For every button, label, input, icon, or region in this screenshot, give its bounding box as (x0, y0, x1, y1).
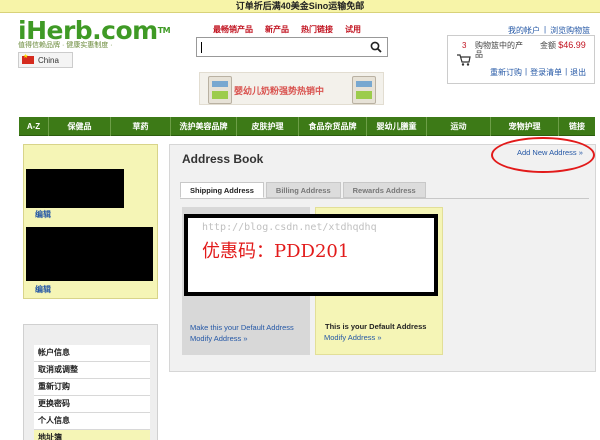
edit-address-link[interactable]: 编辑 (35, 284, 51, 295)
category-skin-care[interactable]: 皮肤护理 (237, 117, 299, 136)
category-herbs[interactable]: 草药 (111, 117, 171, 136)
cart-total: 金额 $46.99 (540, 40, 586, 51)
make-default-link[interactable]: Make this your Default Address (190, 323, 294, 332)
country-label: China (38, 55, 59, 65)
text-caret (201, 42, 202, 53)
link-separator: | (525, 67, 528, 76)
cart-count: 3 (462, 41, 467, 50)
menu-change-password[interactable]: 更换密码 (34, 396, 150, 413)
saved-addresses-panel: 编辑 编辑 (23, 144, 158, 299)
tab-billing-address[interactable]: Billing Address (265, 182, 341, 198)
cart-total-value: $46.99 (558, 40, 586, 50)
coupon-overlay: http://blog.csdn.net/xtdhqdhq 优惠码：PDD201 (184, 214, 438, 296)
nav-new-products[interactable]: 新产品 (265, 24, 289, 35)
category-pet-care[interactable]: 宠物护理 (491, 117, 559, 136)
menu-reorder[interactable]: 重新订购 (34, 379, 150, 396)
page-title: Address Book (182, 152, 264, 166)
shopping-cart-icon (457, 54, 471, 66)
link-separator: | (565, 67, 568, 76)
logo-tagline: 值得信赖品牌 · 健康实惠制度 · (18, 42, 113, 49)
tab-rewards-address[interactable]: Rewards Address (342, 182, 426, 198)
formula-can-image (208, 76, 232, 104)
main-nav: 最畅销产品 新产品 热门链接 试用 (213, 24, 361, 35)
tab-divider (180, 198, 589, 199)
modify-address-link[interactable]: Modify Address » (190, 334, 248, 343)
nav-trial[interactable]: 试用 (345, 24, 361, 35)
cart-label: 购物篮中的产品 (475, 41, 523, 59)
category-bath-beauty[interactable]: 洗护美容品牌 (171, 117, 237, 136)
highlight-annotation (491, 137, 595, 173)
category-baby[interactable]: 婴幼儿膳童 (367, 117, 427, 136)
logo-tm: TM (157, 26, 171, 35)
promo-bar: 订单折后满40美金Sino运输免邮 (0, 0, 600, 13)
account-menu: 帐户信息 取消或调整 重新订购 更换密码 个人信息 地址簿 (23, 324, 158, 440)
nav-hot-links[interactable]: 热门链接 (301, 24, 333, 35)
menu-personal-info[interactable]: 个人信息 (34, 413, 150, 430)
category-links[interactable]: 链接 (559, 117, 595, 136)
coupon-code: 优惠码：PDD201 (202, 241, 350, 262)
nav-bestsellers[interactable]: 最畅销产品 (213, 24, 253, 35)
address-tabs: Shipping Address Billing Address Rewards… (180, 182, 426, 198)
redacted-address (26, 227, 153, 281)
search-icon[interactable] (370, 41, 382, 53)
category-grocery[interactable]: 食品杂货品牌 (299, 117, 367, 136)
formula-can-image (352, 76, 376, 104)
tab-shipping-address[interactable]: Shipping Address (180, 182, 264, 198)
edit-address-link[interactable]: 编辑 (35, 209, 51, 220)
cart-links: 重新订购 | 登录清单 | 退出 (490, 67, 586, 78)
cart-total-label: 金额 (540, 41, 556, 50)
country-selector[interactable]: China (18, 52, 73, 68)
default-address-label: This is your Default Address (325, 322, 427, 331)
menu-cancel-adjust[interactable]: 取消或调整 (34, 362, 150, 379)
category-sports[interactable]: 运动 (427, 117, 491, 136)
search-input[interactable] (196, 37, 388, 57)
redacted-address (26, 169, 124, 208)
menu-account-info[interactable]: 帐户信息 (34, 345, 150, 362)
banner-text: 婴幼儿奶粉强势热销中 (234, 86, 325, 96)
category-a-z[interactable]: A-Z (19, 117, 49, 136)
category-nav: A-Z 保健品 草药 洗护美容品牌 皮肤护理 食品杂货品牌 婴幼儿膳童 运动 宠… (19, 117, 595, 136)
wishlist-link[interactable]: 登录清单 (530, 67, 562, 78)
reorder-link[interactable]: 重新订购 (490, 67, 522, 78)
menu-address-book[interactable]: 地址簿 (34, 430, 150, 440)
promo-banner[interactable]: 婴幼儿奶粉强势热销中 (199, 72, 384, 105)
watermark-url: http://blog.csdn.net/xtdhqdhq (202, 222, 377, 233)
logout-link[interactable]: 退出 (570, 67, 586, 78)
category-supplements[interactable]: 保健品 (49, 117, 111, 136)
modify-address-link[interactable]: Modify Address » (324, 333, 382, 342)
china-flag-icon (22, 53, 34, 64)
